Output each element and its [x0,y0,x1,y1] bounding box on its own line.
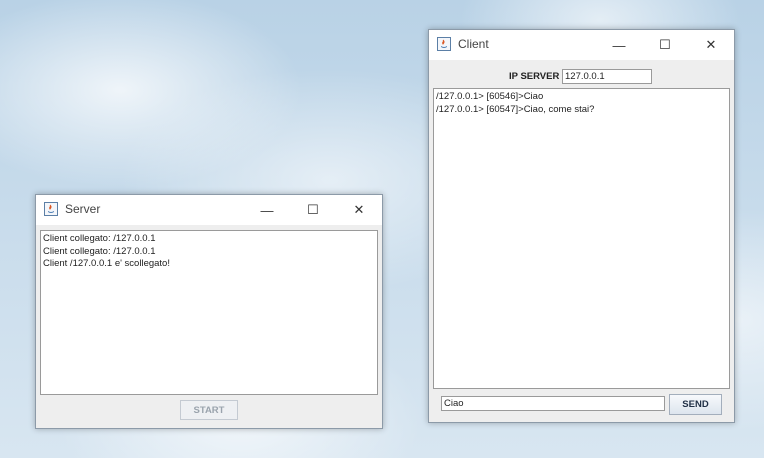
server-log-area[interactable]: Client collegato: /127.0.0.1 Client coll… [40,230,378,395]
client-window: Client — ☐ ✕ IP SERVER 127.0.0.1 /127.0.… [428,29,735,423]
server-titlebar[interactable]: Server — ☐ ✕ [36,195,382,225]
maximize-icon[interactable]: ☐ [290,195,336,225]
ip-server-label: IP SERVER [509,71,560,82]
start-button[interactable]: START [180,400,238,420]
message-input[interactable]: Ciao [441,396,665,411]
server-title: Server [65,202,101,216]
close-icon[interactable]: ✕ [336,195,382,225]
chat-line: /127.0.0.1> [60546]>Ciao [436,91,544,102]
log-line: Client collegato: /127.0.0.1 [43,233,156,244]
chat-line: /127.0.0.1> [60547]>Ciao, come stai? [436,103,595,115]
log-line: Client /127.0.0.1 e' scollegato! [43,258,170,269]
log-line: Client collegato: /127.0.0.1 [43,245,156,257]
client-title: Client [458,37,489,51]
ip-server-input[interactable]: 127.0.0.1 [562,69,652,84]
java-icon [44,202,58,216]
maximize-icon[interactable]: ☐ [642,30,688,60]
minimize-icon[interactable]: — [244,195,290,225]
java-icon [437,37,451,51]
chat-area[interactable]: /127.0.0.1> [60546]>Ciao /127.0.0.1> [60… [433,88,730,389]
server-window: Server — ☐ ✕ Client collegato: /127.0.0.… [35,194,383,429]
send-button[interactable]: SEND [669,394,722,415]
close-icon[interactable]: ✕ [688,30,734,60]
minimize-icon[interactable]: — [596,30,642,60]
client-titlebar[interactable]: Client — ☐ ✕ [429,30,734,60]
